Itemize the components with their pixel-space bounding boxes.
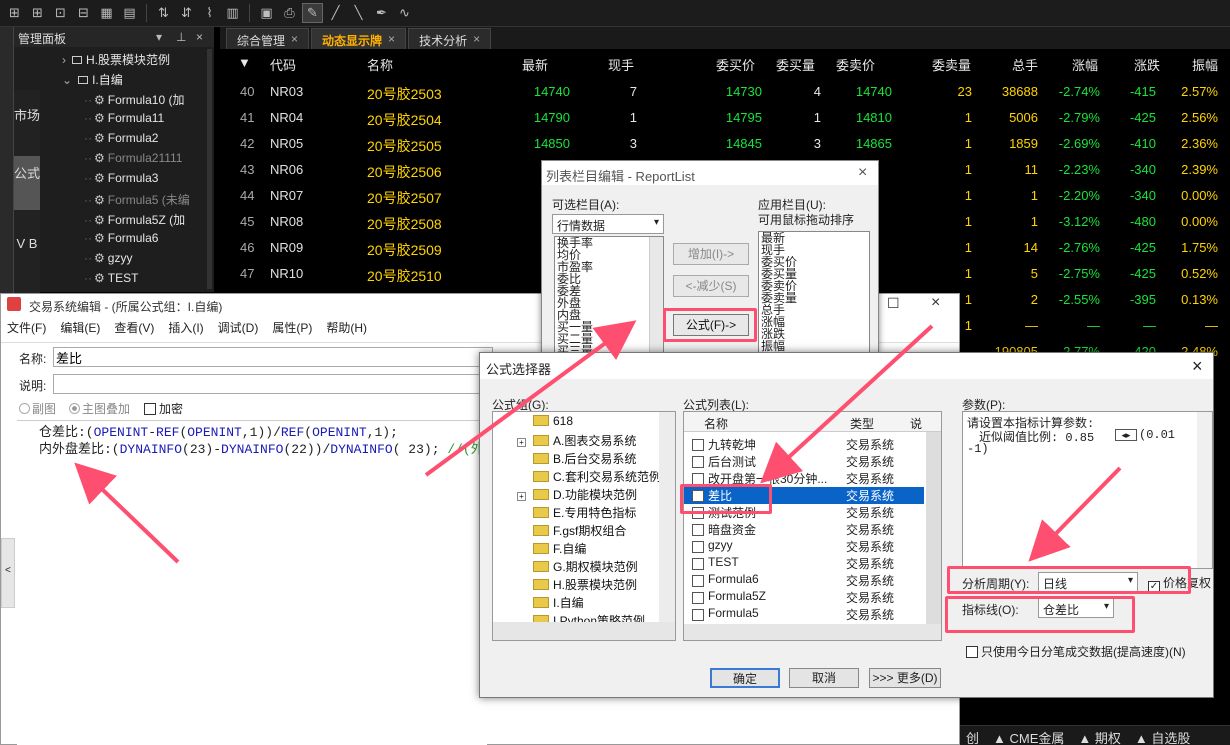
arrow-to-list: [424, 320, 637, 477]
arrow-to-code: [74, 462, 180, 564]
annotation-arrows: [74, 320, 1122, 564]
arrow-to-formula: [760, 324, 934, 484]
arrow-to-period: [1028, 466, 1122, 562]
